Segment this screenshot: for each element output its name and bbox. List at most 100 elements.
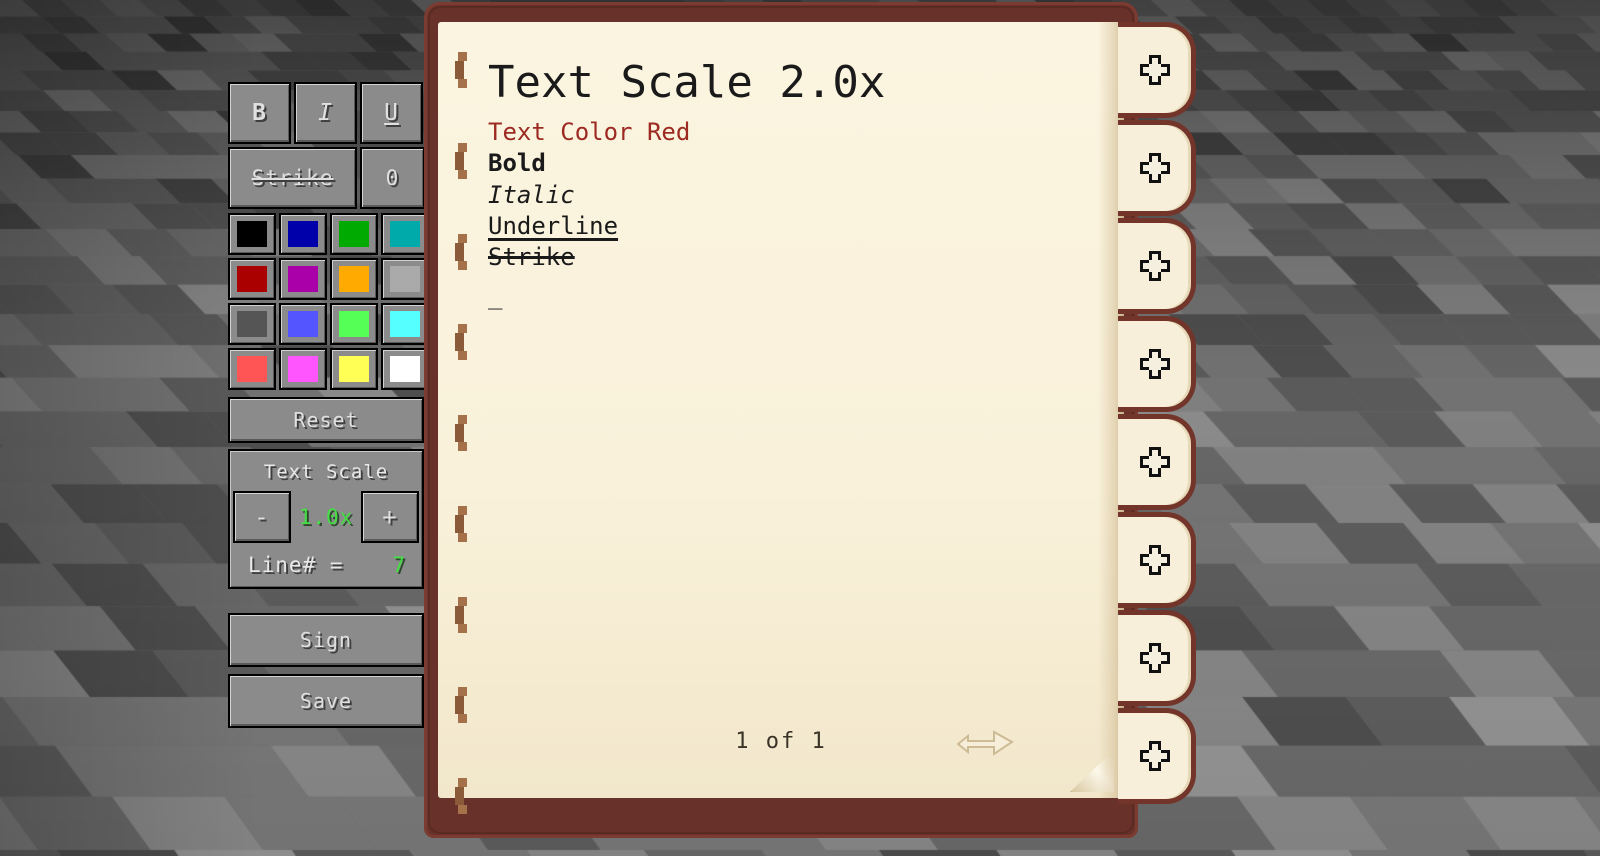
bookmark-tabs [1118,22,1198,822]
color-swatch-gray[interactable] [381,258,429,300]
color-swatch-blue[interactable] [279,303,327,345]
color-chip [390,221,420,247]
color-chip [237,221,267,247]
book-line-4: Underline [488,211,619,240]
color-chip [339,311,369,337]
plus-icon-center [1148,750,1161,762]
strike-button[interactable]: Strike [228,147,357,209]
style-button-row: B I U [228,82,428,144]
scale-increase-button[interactable]: + [361,491,419,543]
formatting-toolbar: B I U Strike 0 Reset Text Scale - 1.0x +… [228,82,429,728]
bookmark-tab-6[interactable] [1118,512,1196,608]
plus-icon-center [1148,456,1161,468]
plus-icon [1139,741,1170,771]
action-button-group: Sign Save [228,613,428,728]
reset-button[interactable]: Reset [228,397,424,443]
color-swatch-gold[interactable] [330,258,378,300]
bookmark-tab-2[interactable] [1118,120,1196,216]
page-turn-arrow-icon[interactable] [954,726,1016,760]
text-scale-controls: - 1.0x + [230,491,422,543]
bookmark-tab-7[interactable] [1118,610,1196,706]
scale-decrease-button[interactable]: - [233,491,291,543]
plus-icon [1139,545,1170,575]
text-scale-value: 1.0x [298,505,354,529]
line-number-value: 7 [392,553,406,577]
color-chip [237,356,267,382]
book-editor: Text Scale 2.0x Text Color Red Bold Italic U… [424,0,1196,840]
color-swatch-yellow[interactable] [330,348,378,390]
text-scale-label: Text Scale [263,461,389,483]
plus-icon [1139,349,1170,379]
bookmark-tab-5[interactable] [1118,414,1196,510]
color-chip [339,266,369,292]
plus-icon-center [1148,652,1161,664]
color-swatch-dark-green[interactable] [330,213,378,255]
book-line-2: Bold [488,149,546,178]
plus-icon [1139,55,1170,85]
strike-button-row: Strike 0 [228,147,428,209]
underline-button[interactable]: U [360,82,423,144]
book-page[interactable]: Text Scale 2.0x Text Color Red Bold Italic U… [438,22,1124,814]
binding-clip [455,141,469,181]
color-chip [339,221,369,247]
plus-icon-center [1148,64,1161,76]
book-text-area[interactable]: Text Scale 2.0x Text Color Red Bold Italic U… [488,60,1078,728]
book-line-6: _ [488,282,503,311]
binding-clip [455,232,469,272]
plus-icon [1139,153,1170,183]
italic-button[interactable]: I [294,82,357,144]
color-swatch-light-purple[interactable] [279,348,327,390]
color-chip [288,356,318,382]
bold-button[interactable]: B [228,82,291,144]
color-swatch-dark-blue[interactable] [279,213,327,255]
color-swatch-aqua[interactable] [381,303,429,345]
book-binding [455,50,469,816]
bookmark-tab-8[interactable] [1118,708,1196,804]
binding-clip [455,50,469,90]
plus-icon-center [1148,554,1161,566]
page-indicator: 1 of 1 [735,729,827,754]
page-curl [1070,750,1114,792]
color-chip [237,311,267,337]
color-chip [390,311,420,337]
save-button[interactable]: Save [228,674,424,728]
color-swatch-white[interactable] [381,348,429,390]
book-line-0: Text Scale 2.0x [488,60,886,108]
color-chip [288,266,318,292]
color-swatch-red[interactable] [228,348,276,390]
color-swatch-dark-aqua[interactable] [381,213,429,255]
color-swatch-dark-gray[interactable] [228,303,276,345]
binding-clip [455,504,469,544]
color-swatch-black[interactable] [228,213,276,255]
binding-clip [455,685,469,725]
binding-clip [455,322,469,362]
book-line-1: Text Color Red [488,118,691,147]
sign-button[interactable]: Sign [228,613,424,667]
binding-clip [455,595,469,635]
color-palette [228,213,429,390]
color-swatch-green[interactable] [330,303,378,345]
plus-icon-center [1148,162,1161,174]
color-swatch-dark-red[interactable] [228,258,276,300]
line-number-label: Line# = [248,553,344,577]
book-line-5: Strike [488,242,575,271]
plus-icon [1139,643,1170,673]
bookmark-tab-3[interactable] [1118,218,1196,314]
plus-icon-center [1148,260,1161,272]
color-chip [288,221,318,247]
plus-icon-center [1148,358,1161,370]
color-chip [237,266,267,292]
bookmark-tab-4[interactable] [1118,316,1196,412]
color-chip [390,356,420,382]
color-swatch-dark-purple[interactable] [279,258,327,300]
line-number-row: Line# = 7 [230,543,422,587]
color-chip [339,356,369,382]
binding-clip [455,413,469,453]
book-line-3: Italic [488,180,575,209]
plus-icon [1139,447,1170,477]
bookmark-tab-1[interactable] [1118,22,1196,118]
color-chip [288,311,318,337]
plus-icon [1139,251,1170,281]
obfuscate-button[interactable]: 0 [360,147,425,209]
color-chip [390,266,420,292]
